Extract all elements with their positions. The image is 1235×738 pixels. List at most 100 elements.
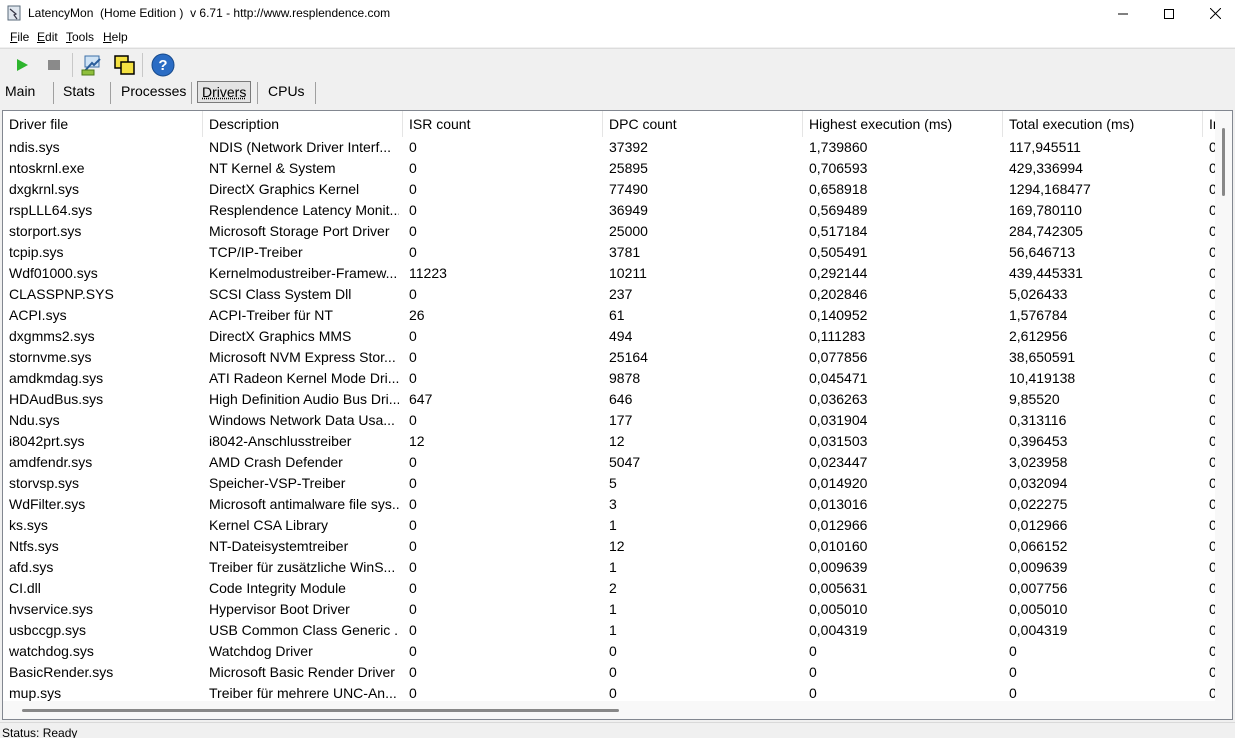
table-row[interactable]: Wdf01000.sys Kernelmodustreiber-Framew...… — [3, 263, 1233, 284]
cell-description: NDIS (Network Driver Interf... — [203, 137, 399, 158]
cell-total-execution: 9,85520 — [1003, 389, 1199, 410]
table-row[interactable]: ntoskrnl.exe NT Kernel & System 0 25895 0,70… — [3, 158, 1233, 179]
cell-highest-execution: 0,140952 — [803, 305, 999, 326]
table-row[interactable]: WdFilter.sys Microsoft antimalware file s… — [3, 494, 1233, 515]
windows-button[interactable] — [110, 51, 138, 79]
tab-drivers[interactable]: Drivers — [197, 81, 251, 103]
maximize-button[interactable] — [1146, 0, 1192, 27]
table-row[interactable]: watchdog.sys Watchdog Driver 0 0 0 0 0 — [3, 641, 1233, 662]
cell-total-execution: 0,009639 — [1003, 557, 1199, 578]
menu-file[interactable]: File — [10, 30, 29, 44]
tab-separator — [110, 82, 111, 104]
table-row[interactable]: CLASSPNP.SYS SCSI Class System Dll 0 237 0,2… — [3, 284, 1233, 305]
menu-edit[interactable]: Edit — [37, 30, 58, 44]
cell-driver-file: storvsp.sys — [3, 473, 199, 494]
table-row[interactable]: dxgmms2.sys DirectX Graphics MMS 0 494 0,111… — [3, 326, 1233, 347]
column-driver-file-header[interactable]: Driver file — [3, 111, 203, 137]
table-row[interactable]: CI.dll Code Integrity Module 0 2 0,005631 0,0… — [3, 578, 1233, 599]
table-row[interactable]: rspLLL64.sys Resplendence Latency Monit..… — [3, 200, 1233, 221]
column-highest-execution-header[interactable]: Highest execution (ms) — [803, 111, 1003, 137]
cell-driver-file: CLASSPNP.SYS — [3, 284, 199, 305]
menu-help[interactable]: Help — [103, 30, 128, 44]
tab-stats[interactable]: Stats — [59, 81, 99, 103]
cell-driver-file: stornvme.sys — [3, 347, 199, 368]
minimize-icon — [1118, 9, 1128, 19]
tab-cpus[interactable]: CPUs — [264, 81, 309, 103]
cell-description: High Definition Audio Bus Dri... — [203, 389, 399, 410]
table-row[interactable]: storvsp.sys Speicher-VSP-Treiber 0 5 0,01492… — [3, 473, 1233, 494]
horizontal-scroll-thumb[interactable] — [22, 709, 619, 712]
close-button[interactable] — [1192, 0, 1235, 27]
cell-total-execution: 0,007756 — [1003, 578, 1199, 599]
table-row[interactable]: ndis.sys NDIS (Network Driver Interf... 0 3… — [3, 137, 1233, 158]
column-total-execution-header[interactable]: Total execution (ms) — [1003, 111, 1203, 137]
title-bar: LatencyMon (Home Edition ) v 6.71 - http… — [0, 0, 1235, 27]
submit-icon — [80, 53, 104, 77]
horizontal-scrollbar[interactable] — [3, 701, 1233, 719]
table-row[interactable]: HDAudBus.sys High Definition Audio Bus Dr… — [3, 389, 1233, 410]
stop-button[interactable] — [40, 51, 68, 79]
table-row[interactable]: amdkmdag.sys ATI Radeon Kernel Mode Dri..… — [3, 368, 1233, 389]
table-row[interactable]: afd.sys Treiber für zusätzliche WinS... 0 1… — [3, 557, 1233, 578]
cell-dpc-count: 77490 — [603, 179, 799, 200]
table-row[interactable]: hvservice.sys Hypervisor Boot Driver 0 1 0,0… — [3, 599, 1233, 620]
column-isr-count-header[interactable]: ISR count — [403, 111, 603, 137]
tab-processes[interactable]: Processes — [117, 81, 190, 103]
cell-dpc-count: 0 — [603, 641, 799, 662]
tab-separator — [53, 82, 54, 104]
table-row[interactable]: tcpip.sys TCP/IP-Treiber 0 3781 0,505491 56,6… — [3, 242, 1233, 263]
window-title: LatencyMon (Home Edition ) v 6.71 - http… — [28, 6, 390, 20]
minimize-button[interactable] — [1100, 0, 1146, 27]
table-row[interactable]: Ntfs.sys NT-Dateisystemtreiber 0 12 0,010160… — [3, 536, 1233, 557]
cell-highest-execution: 0,045471 — [803, 368, 999, 389]
tab-main[interactable]: Main — [1, 81, 39, 103]
cell-total-execution: 0,004319 — [1003, 620, 1199, 641]
table-row[interactable]: i8042prt.sys i8042-Anschlusstreiber 12 12 0,… — [3, 431, 1233, 452]
table-row[interactable]: dxgkrnl.sys DirectX Graphics Kernel 0 77490… — [3, 179, 1233, 200]
cell-description: SCSI Class System Dll — [203, 284, 399, 305]
table-row[interactable]: stornvme.sys Microsoft NVM Express Stor..… — [3, 347, 1233, 368]
cell-total-execution: 0,022275 — [1003, 494, 1199, 515]
cell-driver-file: afd.sys — [3, 557, 199, 578]
cell-description: NT-Dateisystemtreiber — [203, 536, 399, 557]
column-dpc-count-header[interactable]: DPC count — [603, 111, 803, 137]
cell-dpc-count: 3 — [603, 494, 799, 515]
cell-isr-count: 0 — [403, 557, 599, 578]
cell-highest-execution: 0,031904 — [803, 410, 999, 431]
tab-bar: Main Stats Processes Drivers CPUs — [0, 80, 1235, 106]
cell-description: Windows Network Data Usa... — [203, 410, 399, 431]
column-description-header[interactable]: Description — [203, 111, 403, 137]
cell-isr-count: 0 — [403, 179, 599, 200]
cell-description: Kernel CSA Library — [203, 515, 399, 536]
cell-isr-count: 0 — [403, 326, 599, 347]
table-row[interactable]: usbccgp.sys USB Common Class Generic ... 0… — [3, 620, 1233, 641]
cell-highest-execution: 0,013016 — [803, 494, 999, 515]
cell-dpc-count: 36949 — [603, 200, 799, 221]
table-row[interactable]: BasicRender.sys Microsoft Basic Render Dr… — [3, 662, 1233, 683]
menu-tools[interactable]: Tools — [66, 30, 94, 44]
table-row[interactable]: amdfendr.sys AMD Crash Defender 0 5047 0,023… — [3, 452, 1233, 473]
cell-description: Watchdog Driver — [203, 641, 399, 662]
help-button[interactable]: ? — [149, 51, 177, 79]
cell-description: TCP/IP-Treiber — [203, 242, 399, 263]
cell-isr-count: 26 — [403, 305, 599, 326]
cell-dpc-count: 12 — [603, 536, 799, 557]
start-button[interactable] — [8, 51, 36, 79]
vertical-scrollbar[interactable] — [1215, 111, 1232, 701]
cell-total-execution: 3,023958 — [1003, 452, 1199, 473]
submit-button[interactable] — [78, 51, 106, 79]
table-row[interactable]: storport.sys Microsoft Storage Port Drive… — [3, 221, 1233, 242]
table-row[interactable]: Ndu.sys Windows Network Data Usa... 0 177 0,… — [3, 410, 1233, 431]
cell-highest-execution: 0,004319 — [803, 620, 999, 641]
cell-driver-file: dxgkrnl.sys — [3, 179, 199, 200]
cell-description: Microsoft NVM Express Stor... — [203, 347, 399, 368]
cell-total-execution: 1,576784 — [1003, 305, 1199, 326]
cell-isr-count: 0 — [403, 515, 599, 536]
table-row[interactable]: ACPI.sys ACPI-Treiber für NT 26 61 0,140952 1… — [3, 305, 1233, 326]
cell-driver-file: watchdog.sys — [3, 641, 199, 662]
vertical-scroll-thumb[interactable] — [1222, 128, 1225, 196]
cell-description: Speicher-VSP-Treiber — [203, 473, 399, 494]
cell-total-execution: 2,612956 — [1003, 326, 1199, 347]
table-row[interactable]: ks.sys Kernel CSA Library 0 1 0,012966 0,0129… — [3, 515, 1233, 536]
cell-total-execution: 56,646713 — [1003, 242, 1199, 263]
